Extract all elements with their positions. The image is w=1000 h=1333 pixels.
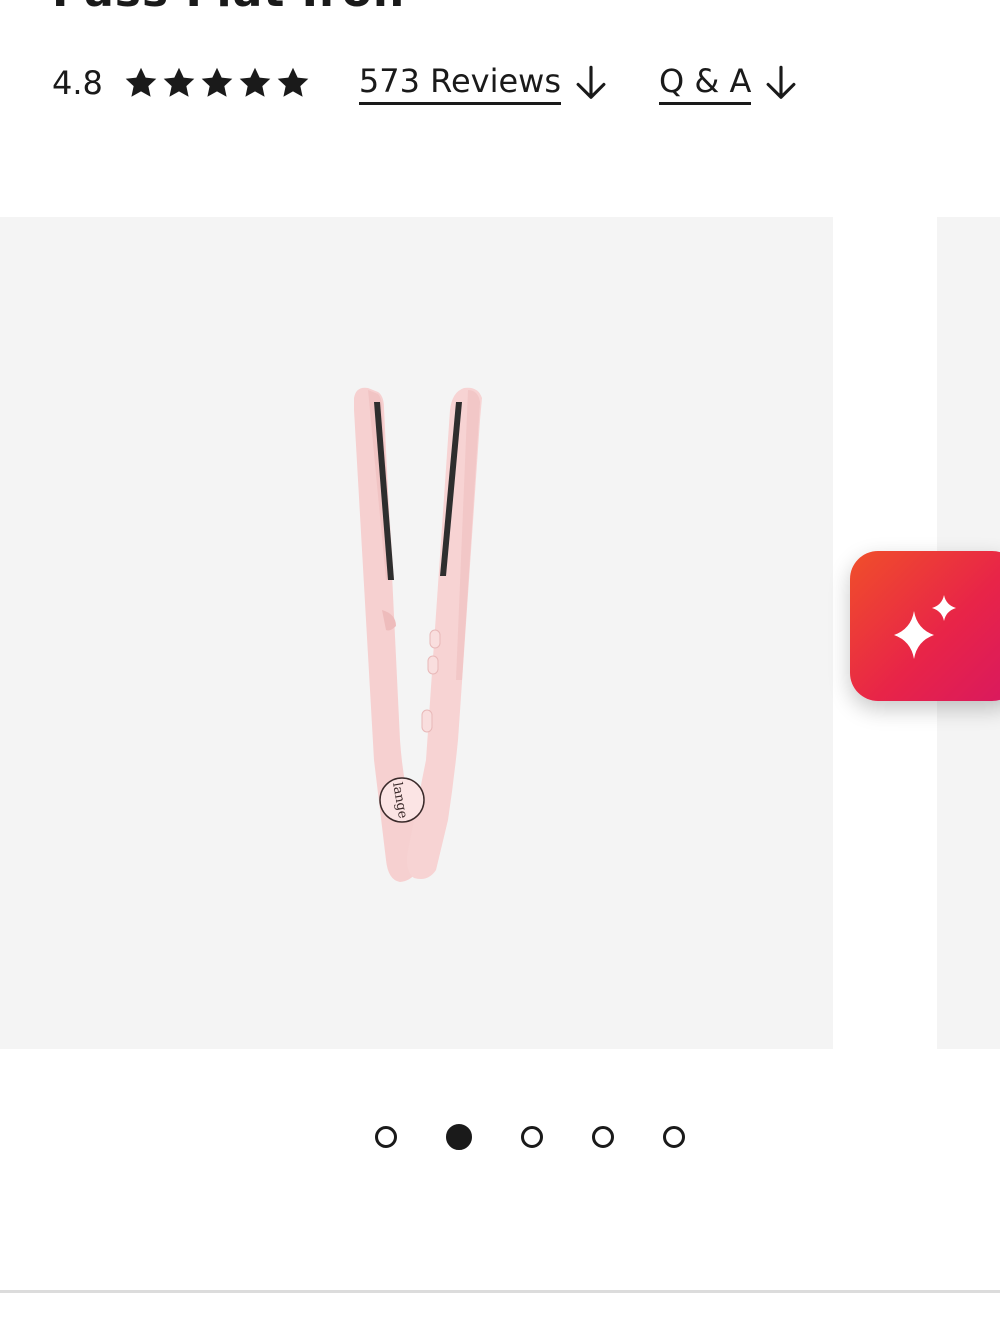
- star-icon: [277, 67, 309, 97]
- reviews-link[interactable]: 573 Reviews: [358, 62, 609, 105]
- product-page: Pass Flat Iron 4.8 573 Reviews Q & A: [0, 0, 1000, 1333]
- arrow-down-icon: [766, 65, 796, 99]
- carousel-dot[interactable]: [521, 1126, 543, 1148]
- star-rating: [123, 65, 311, 101]
- section-divider: [0, 1290, 1000, 1293]
- star-icon: [163, 67, 195, 97]
- star-icon: [239, 67, 271, 97]
- carousel-pagination: [375, 1124, 685, 1150]
- carousel-dot[interactable]: [592, 1126, 614, 1148]
- rating-row: 4.8 573 Reviews Q & A: [52, 58, 849, 108]
- qa-link-label[interactable]: Q & A: [658, 62, 752, 105]
- carousel-dot-active[interactable]: [446, 1124, 472, 1150]
- ai-assistant-button[interactable]: [850, 551, 1000, 701]
- qa-link[interactable]: Q & A: [658, 62, 799, 105]
- reviews-link-label[interactable]: 573 Reviews: [358, 62, 561, 105]
- arrow-down-icon: [576, 65, 606, 99]
- carousel-dot[interactable]: [663, 1126, 685, 1148]
- rating-value: 4.8: [52, 64, 103, 102]
- carousel-dot[interactable]: [375, 1126, 397, 1148]
- product-title: Pass Flat Iron: [52, 0, 405, 17]
- flat-iron-image: lange: [354, 387, 482, 882]
- star-icon: [201, 67, 233, 97]
- sparkle-icon: [894, 595, 956, 659]
- star-icon: [125, 67, 157, 97]
